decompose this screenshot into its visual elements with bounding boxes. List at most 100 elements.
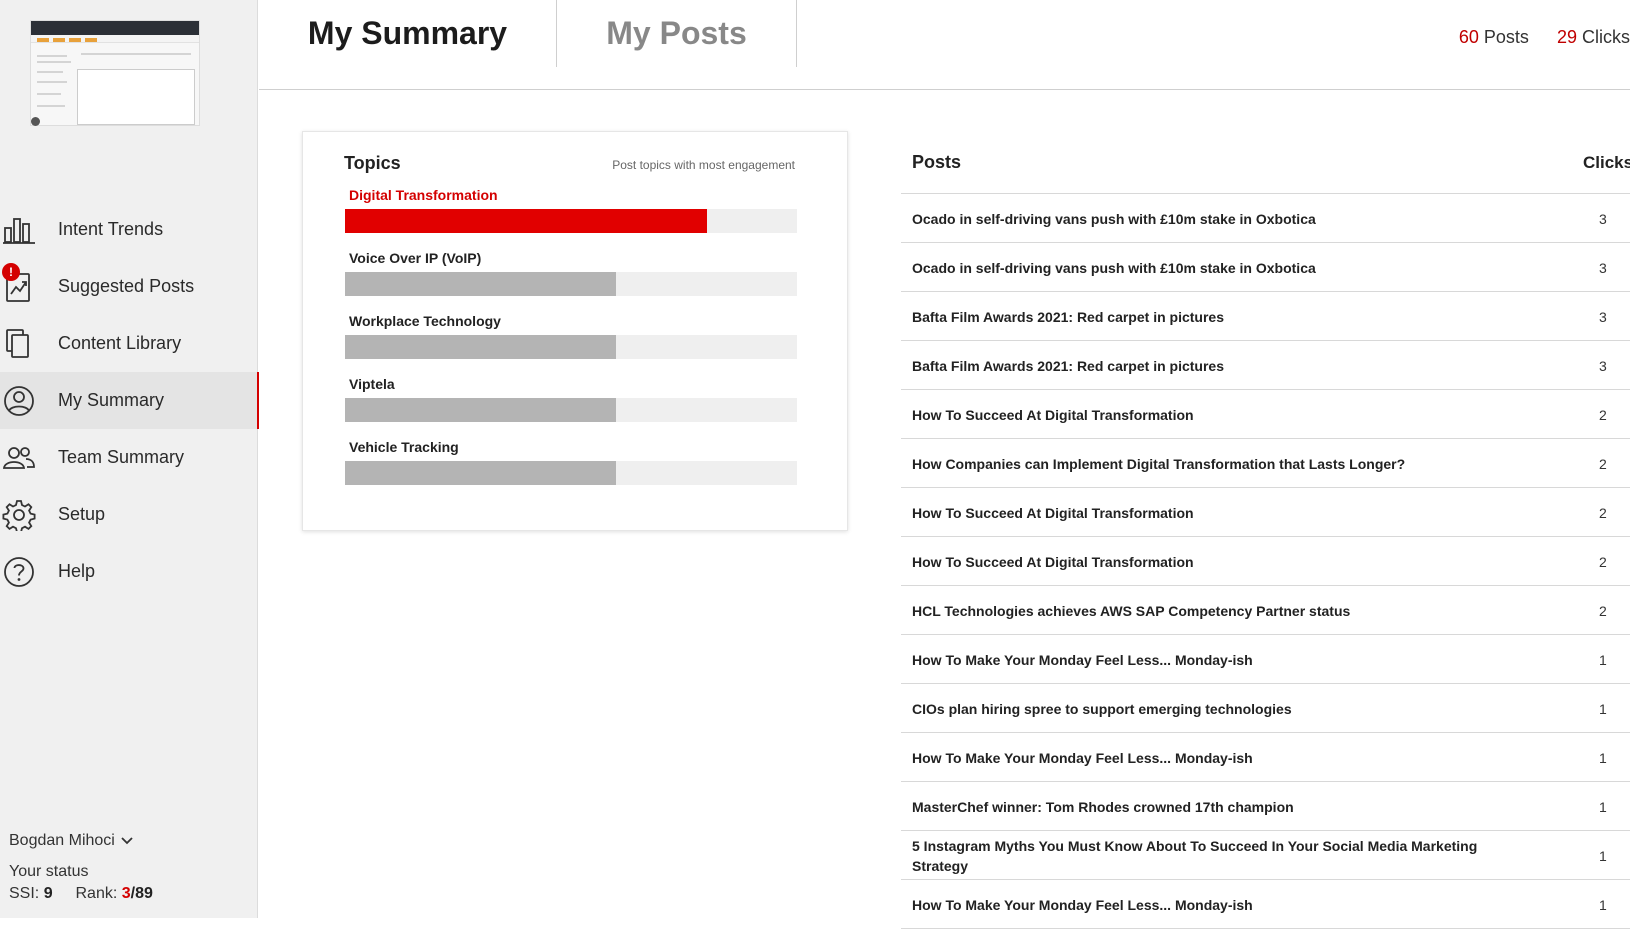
topic-label: Digital Transformation <box>349 187 498 203</box>
sidebar-item-my-summary[interactable]: My Summary <box>0 372 259 429</box>
topic-bar-fill <box>345 209 707 233</box>
sidebar-item-label: Suggested Posts <box>58 276 195 296</box>
clicks-count-label: Clicks <box>1582 27 1630 47</box>
sidebar-item-label: My Summary <box>58 390 165 410</box>
topic-bar-track <box>345 335 797 359</box>
column-header-clicks: Clicks <box>1583 153 1630 172</box>
tab-my-posts[interactable]: My Posts <box>557 0 797 67</box>
sidebar-item-suggested-posts[interactable]: ! Suggested Posts <box>0 258 258 315</box>
sidebar-item-team-summary[interactable]: Team Summary <box>0 429 258 486</box>
sidebar-item-label: Intent Trends <box>58 219 164 239</box>
ssi-label: SSI: <box>9 885 40 902</box>
post-clicks: 1 <box>1599 847 1607 864</box>
post-title[interactable]: MasterChef winner: Tom Rhodes crowned 17… <box>912 782 1512 831</box>
post-title[interactable]: How To Make Your Monday Feel Less... Mon… <box>912 880 1512 929</box>
topic-item: Workplace Technology <box>345 312 797 359</box>
topics-card: Topics Post topics with most engagement … <box>302 131 848 531</box>
post-clicks: 1 <box>1599 651 1607 668</box>
sidebar-item-label: Content Library <box>58 333 182 353</box>
summary-counts: 60 Posts 29 Clicks <box>1459 27 1630 48</box>
topics-title: Topics <box>344 153 401 173</box>
post-title[interactable]: How To Succeed At Digital Transformation <box>912 390 1512 439</box>
topic-label: Workplace Technology <box>349 313 501 329</box>
topic-bar-track <box>345 461 797 485</box>
post-clicks: 2 <box>1599 455 1607 472</box>
team-icon <box>2 447 35 469</box>
posts-count: 60 <box>1458 27 1479 47</box>
post-clicks: 3 <box>1599 259 1607 276</box>
notification-badge: ! <box>2 263 20 281</box>
post-clicks: 2 <box>1599 406 1607 423</box>
topic-label: Voice Over IP (VoIP) <box>349 250 482 266</box>
post-title[interactable]: Bafta Film Awards 2021: Red carpet in pi… <box>912 341 1512 390</box>
topic-item: Vehicle Tracking <box>345 438 797 485</box>
sidebar-item-content-library[interactable]: Content Library <box>0 315 258 372</box>
topic-item: Digital Transformation <box>345 186 797 233</box>
table-row[interactable]: MasterChef winner: Tom Rhodes crowned 17… <box>901 782 1630 831</box>
table-row[interactable]: How To Make Your Monday Feel Less... Mon… <box>901 880 1630 929</box>
chevron-down-icon <box>121 837 133 845</box>
posts-table-header: Posts Clicks <box>901 131 1630 194</box>
post-title[interactable]: Ocado in self-driving vans push with £10… <box>912 194 1512 243</box>
post-title[interactable]: How To Succeed At Digital Transformation <box>912 537 1512 586</box>
sidebar-item-intent-trends[interactable]: Intent Trends <box>0 201 258 258</box>
carousel-dot[interactable] <box>31 117 40 126</box>
gear-icon <box>2 500 36 531</box>
column-header-posts: Posts <box>912 152 962 172</box>
sidebar: Intent Trends ! Suggested Posts Content … <box>0 0 259 918</box>
post-title[interactable]: How To Make Your Monday Feel Less... Mon… <box>912 635 1512 684</box>
tab-my-summary[interactable]: My Summary <box>259 0 557 67</box>
topic-bar-fill <box>345 272 617 296</box>
app-preview-thumbnail[interactable] <box>30 20 200 126</box>
sidebar-item-label: Help <box>58 561 96 581</box>
user-name: Bogdan Mihoci <box>9 832 115 849</box>
topic-item: Viptela <box>345 375 797 422</box>
topic-bar-track <box>345 209 797 233</box>
topic-bar-fill <box>345 461 617 485</box>
bar-chart-icon <box>3 218 35 244</box>
post-clicks: 2 <box>1599 504 1607 521</box>
table-row[interactable]: Ocado in self-driving vans push with £10… <box>901 194 1630 243</box>
topic-label: Viptela <box>349 376 395 392</box>
sidebar-item-setup[interactable]: Setup <box>0 486 258 543</box>
topic-bar-fill <box>345 398 617 422</box>
post-title[interactable]: How To Succeed At Digital Transformation <box>912 488 1512 537</box>
table-row[interactable]: Bafta Film Awards 2021: Red carpet in pi… <box>901 341 1630 390</box>
user-menu[interactable]: Bogdan Mihoci <box>9 832 133 850</box>
table-row[interactable]: How To Make Your Monday Feel Less... Mon… <box>901 635 1630 684</box>
post-clicks: 3 <box>1599 308 1607 325</box>
post-title[interactable]: How Companies can Implement Digital Tran… <box>912 439 1512 488</box>
post-title[interactable]: Bafta Film Awards 2021: Red carpet in pi… <box>912 292 1512 341</box>
table-row[interactable]: HCL Technologies achieves AWS SAP Compet… <box>901 586 1630 635</box>
documents-icon <box>6 329 29 358</box>
topic-item: Voice Over IP (VoIP) <box>345 249 797 296</box>
post-clicks: 1 <box>1599 798 1607 815</box>
status-label: Your status <box>9 863 89 880</box>
table-row[interactable]: CIOs plan hiring spree to support emergi… <box>901 684 1630 733</box>
post-title[interactable]: Ocado in self-driving vans push with £10… <box>912 243 1512 292</box>
sidebar-nav: Intent Trends ! Suggested Posts Content … <box>0 201 259 600</box>
ssi-value: 9 <box>43 885 53 902</box>
table-row[interactable]: How Companies can Implement Digital Tran… <box>901 439 1630 488</box>
table-row[interactable]: 5 Instagram Myths You Must Know About To… <box>901 831 1630 880</box>
post-title[interactable]: HCL Technologies achieves AWS SAP Compet… <box>912 586 1512 635</box>
clicks-count: 29 <box>1556 27 1577 47</box>
post-clicks: 1 <box>1599 700 1607 717</box>
sidebar-item-label: Team Summary <box>58 447 185 467</box>
post-title[interactable]: CIOs plan hiring spree to support emergi… <box>912 684 1512 733</box>
sidebar-item-label: Setup <box>58 504 106 524</box>
table-row[interactable]: How To Succeed At Digital Transformation… <box>901 537 1630 586</box>
table-row[interactable]: How To Succeed At Digital Transformation… <box>901 390 1630 439</box>
post-title[interactable]: How To Make Your Monday Feel Less... Mon… <box>912 733 1512 782</box>
table-row[interactable]: How To Make Your Monday Feel Less... Mon… <box>901 733 1630 782</box>
topic-label: Vehicle Tracking <box>349 439 459 455</box>
post-title[interactable]: 5 Instagram Myths You Must Know About To… <box>912 831 1512 880</box>
table-row[interactable]: How To Succeed At Digital Transformation… <box>901 488 1630 537</box>
table-row[interactable]: Bafta Film Awards 2021: Red carpet in pi… <box>901 292 1630 341</box>
post-clicks: 1 <box>1599 896 1607 913</box>
table-row[interactable]: Ocado in self-driving vans push with £10… <box>901 243 1630 292</box>
post-clicks: 3 <box>1599 357 1607 374</box>
status-values: SSI: 9 Rank: 3/89 <box>9 885 153 903</box>
sidebar-item-help[interactable]: Help <box>0 543 258 600</box>
rank-total: /89 <box>130 885 153 902</box>
